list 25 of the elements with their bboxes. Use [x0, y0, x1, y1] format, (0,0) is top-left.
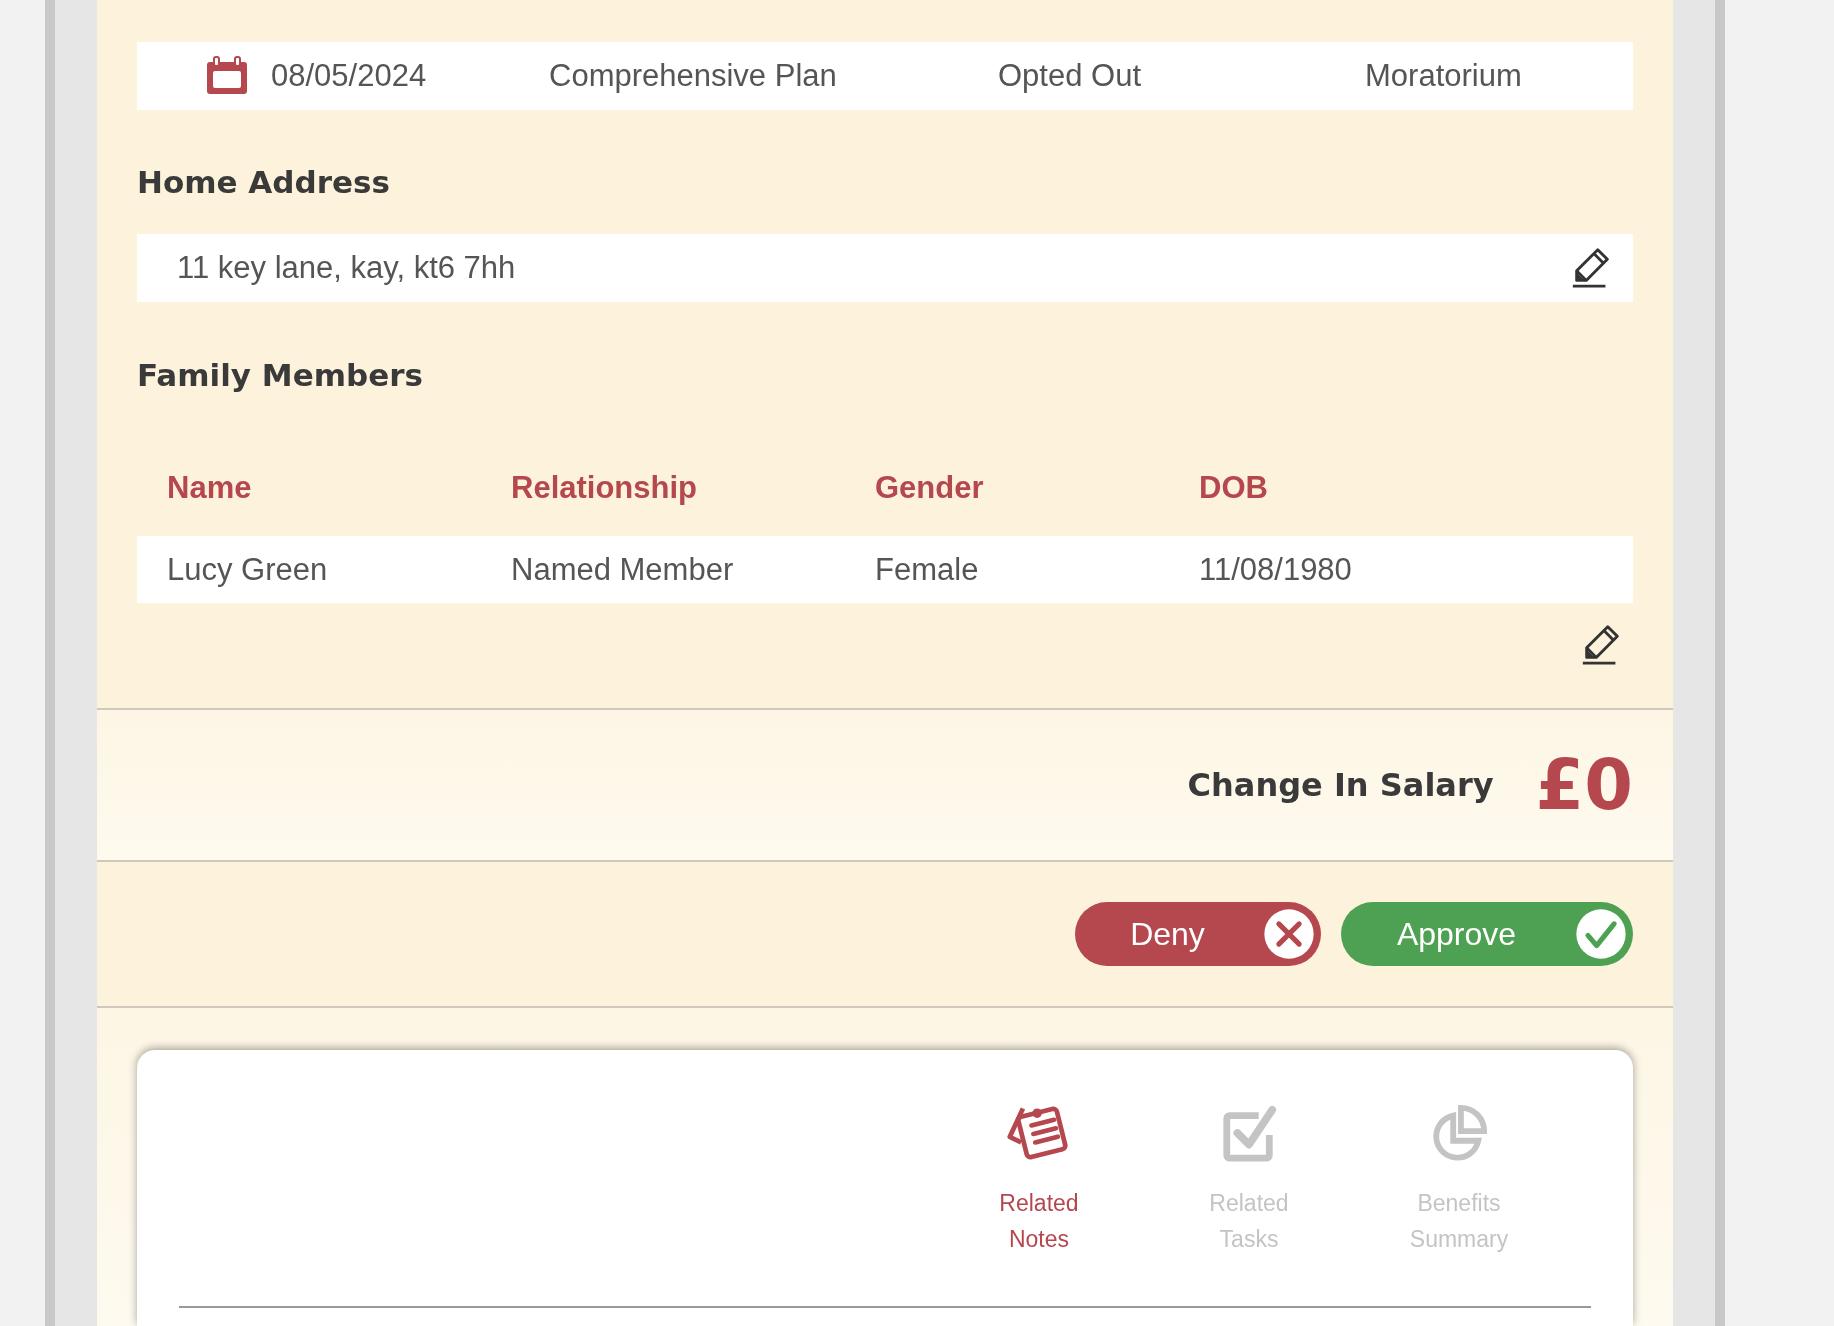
- column-header: Name: [167, 470, 253, 506]
- table-cell-text: Female: [875, 551, 980, 588]
- plan-status: Moratorium: [1365, 58, 1522, 94]
- salary-value: £0: [1535, 744, 1633, 826]
- tab[interactable]: Related Notes: [974, 1104, 1104, 1257]
- approve-button[interactable]: Approve: [1341, 902, 1633, 966]
- column-header: Gender: [875, 470, 985, 506]
- summary-tab-icon: [1430, 1104, 1488, 1162]
- plan-date: 08/05/2024: [271, 58, 428, 94]
- plan-name: Comprehensive Plan: [549, 58, 838, 94]
- column-header: DOB: [1199, 470, 1269, 506]
- tab[interactable]: Related Tasks: [1184, 1104, 1314, 1257]
- section-heading: Family Members: [137, 357, 424, 393]
- table-cell-text: Named Member: [511, 551, 735, 588]
- section-heading: Home Address: [137, 164, 391, 200]
- tab[interactable]: Benefits Summary: [1394, 1104, 1524, 1257]
- deny-button[interactable]: Deny: [1075, 902, 1321, 966]
- column-header: Relationship: [511, 470, 698, 506]
- table-cell-text: 11/08/1980: [1199, 551, 1353, 588]
- table-cell-text: Lucy Green: [167, 551, 329, 588]
- tasks-tab-icon: [1220, 1104, 1278, 1162]
- opt-status: Opted Out: [998, 58, 1143, 94]
- calendar-icon: [205, 56, 249, 96]
- salary-label: Change In Salary: [1187, 766, 1494, 804]
- address-text: 11 key lane, kay, kt6 7hh: [177, 250, 516, 286]
